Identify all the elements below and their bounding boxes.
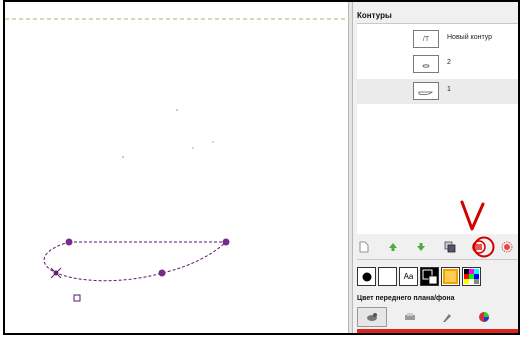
text-tab-label: Aa: [403, 272, 414, 281]
path-item-label: 1: [447, 86, 451, 93]
brush-color-icon[interactable]: [432, 307, 462, 327]
printer-color-icon[interactable]: [395, 307, 425, 327]
path-thumbnail: /T: [413, 30, 439, 48]
path-thumbnail: [413, 55, 439, 73]
selection-to-path-icon[interactable]: [500, 240, 514, 254]
tab-gradients[interactable]: [378, 267, 397, 286]
color-strip: [357, 329, 518, 333]
noise-dot: [122, 156, 124, 158]
color-wheel-icon[interactable]: [469, 307, 499, 327]
path-thumbnail-shape: [422, 64, 430, 68]
path-thumbnail-shape: [418, 91, 433, 95]
tab-layers[interactable]: [357, 267, 376, 286]
tab-text[interactable]: Aa: [399, 267, 418, 286]
fg-bg-title: Цвет переднего плана/фона: [357, 295, 455, 302]
canvas-drawing: [5, 18, 348, 302]
tab-palettes[interactable]: [462, 267, 481, 286]
paths-panel-title: Контуры: [357, 11, 392, 20]
path-item-label: 2: [447, 59, 451, 66]
tab-fg-bg-colors[interactable]: [420, 267, 439, 286]
paths-toolbar: [357, 238, 518, 258]
image-canvas[interactable]: [5, 2, 348, 333]
path-item-new[interactable]: /T Новый контур: [357, 27, 518, 52]
path-outline[interactable]: [43, 241, 228, 282]
noise-dot: [176, 109, 178, 111]
lower-path-icon[interactable]: [414, 240, 428, 254]
duplicate-path-icon[interactable]: [443, 240, 457, 254]
paths-dock: Контуры /T Новый контур 2 1 Aa Цвет пере…: [353, 2, 518, 333]
path-item-2[interactable]: 2: [357, 52, 518, 77]
color-gimp-selector-icon[interactable]: [357, 307, 387, 327]
dock-tabs: Aa: [357, 265, 518, 289]
paths-list[interactable]: /T Новый контур 2 1: [357, 23, 518, 234]
path-anchor[interactable]: [158, 269, 166, 277]
window-frame: Контуры /T Новый контур 2 1 Aa Цвет пере…: [3, 0, 520, 335]
noise-dot: [212, 141, 214, 143]
tab-patterns[interactable]: [441, 267, 460, 286]
path-thumbnail: [413, 82, 439, 100]
raise-path-icon[interactable]: [386, 240, 400, 254]
path-item-1[interactable]: 1: [357, 79, 518, 104]
separator: [357, 259, 518, 260]
path-anchor[interactable]: [65, 238, 73, 246]
path-to-selection-icon[interactable]: [472, 240, 486, 254]
handle-square[interactable]: [73, 294, 81, 302]
new-path-icon[interactable]: [357, 240, 371, 254]
path-anchor[interactable]: [222, 238, 230, 246]
path-item-label: Новый контур: [447, 34, 493, 41]
noise-dot: [192, 147, 194, 149]
fg-bg-toolbar: [357, 307, 518, 329]
